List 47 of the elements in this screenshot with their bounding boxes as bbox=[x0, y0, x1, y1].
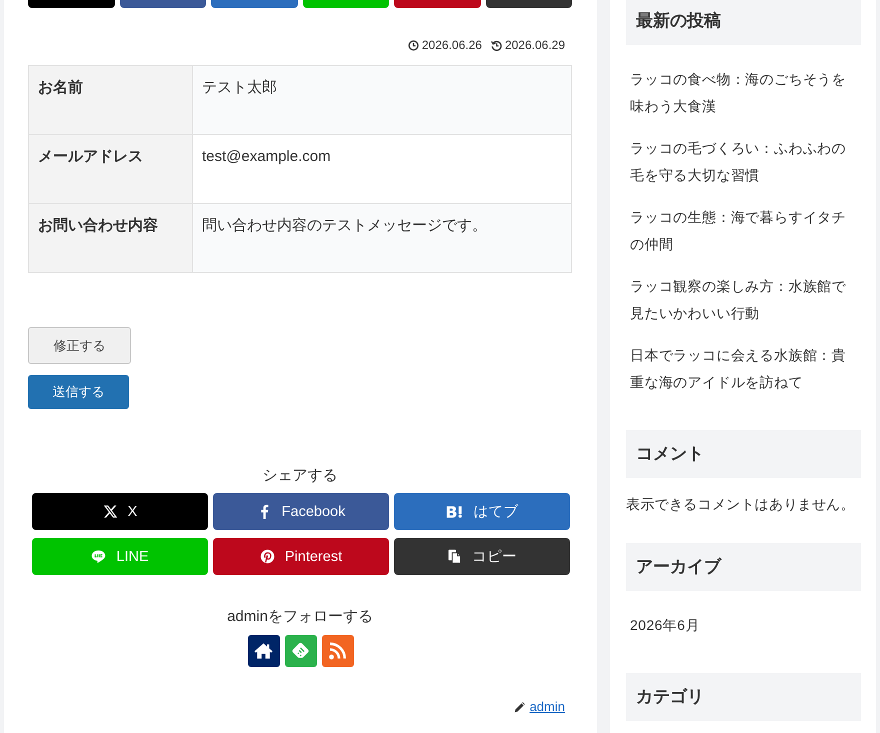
share-button[interactable] bbox=[28, 0, 114, 8]
sidebar-link[interactable]: 日本でラッコに会える水族館：貴重な海のアイドルを訪ねて bbox=[630, 342, 850, 396]
pencil-icon bbox=[514, 702, 525, 712]
widget-heading: アーカイブ bbox=[626, 543, 861, 591]
feed-icon bbox=[291, 642, 310, 660]
follow-button[interactable] bbox=[248, 635, 280, 667]
widget-heading: カテゴリ bbox=[626, 673, 861, 721]
share-button[interactable]: はてブ bbox=[394, 493, 570, 530]
sidebar-link[interactable]: ラッコの食べ物：海のごちそうを味わう大食漢 bbox=[630, 66, 850, 120]
copy-icon bbox=[447, 549, 462, 564]
table-cell: test@example.com bbox=[192, 134, 572, 204]
share-button[interactable] bbox=[120, 0, 206, 8]
comment-notice: 表示できるコメントはありません。 bbox=[626, 495, 856, 514]
table-cell: テスト太郎 bbox=[192, 66, 572, 134]
sidebar-link[interactable]: ラッコの生態：海で暮らすイタチの仲間 bbox=[630, 204, 850, 258]
edit-button[interactable]: 修正する bbox=[28, 327, 131, 364]
share-heading: シェアする bbox=[262, 466, 338, 486]
clock-icon bbox=[408, 40, 419, 50]
share-button[interactable]: Pinterest bbox=[213, 538, 389, 575]
sidebar-link[interactable]: ラッコの毛づくろい：ふわふわの毛を守る大切な習慣 bbox=[630, 135, 850, 189]
share-button[interactable] bbox=[486, 0, 572, 8]
table-header-cell: お名前 bbox=[28, 66, 192, 134]
widget-heading: コメント bbox=[626, 430, 861, 478]
share-button[interactable] bbox=[394, 0, 480, 8]
sidebar-link[interactable]: 2026年6月 bbox=[630, 612, 850, 639]
x-logo-icon bbox=[102, 504, 118, 519]
b-logo-icon bbox=[446, 504, 464, 518]
house-icon bbox=[254, 642, 273, 660]
updated-date: 2026.06.29 bbox=[504, 37, 565, 53]
widget-heading: 最新の投稿 bbox=[626, 0, 861, 45]
table-header-cell: お問い合わせ内容 bbox=[28, 204, 192, 272]
table-cell: 問い合わせ内容のテストメッセージです。 bbox=[192, 204, 572, 272]
chat-bubble-icon bbox=[91, 549, 106, 564]
author-link[interactable]: admin bbox=[530, 699, 565, 715]
share-button[interactable] bbox=[302, 0, 389, 8]
p-logo-icon bbox=[260, 549, 275, 564]
history-icon bbox=[490, 40, 502, 50]
rss-icon bbox=[328, 642, 347, 660]
sidebar-link[interactable]: ラッコ観察の楽しみ方：水族館で見たいかわいい行動 bbox=[630, 273, 850, 327]
follow-heading: adminをフォローする bbox=[226, 607, 374, 627]
share-button[interactable]: X bbox=[32, 493, 208, 530]
share-button[interactable]: コピー bbox=[394, 538, 570, 575]
published-date: 2026.06.26 bbox=[422, 37, 482, 53]
table-header-cell: メールアドレス bbox=[28, 134, 192, 204]
submit-button[interactable]: 送信する bbox=[28, 375, 129, 409]
share-button[interactable]: Facebook bbox=[213, 493, 389, 530]
share-button[interactable] bbox=[211, 0, 298, 8]
